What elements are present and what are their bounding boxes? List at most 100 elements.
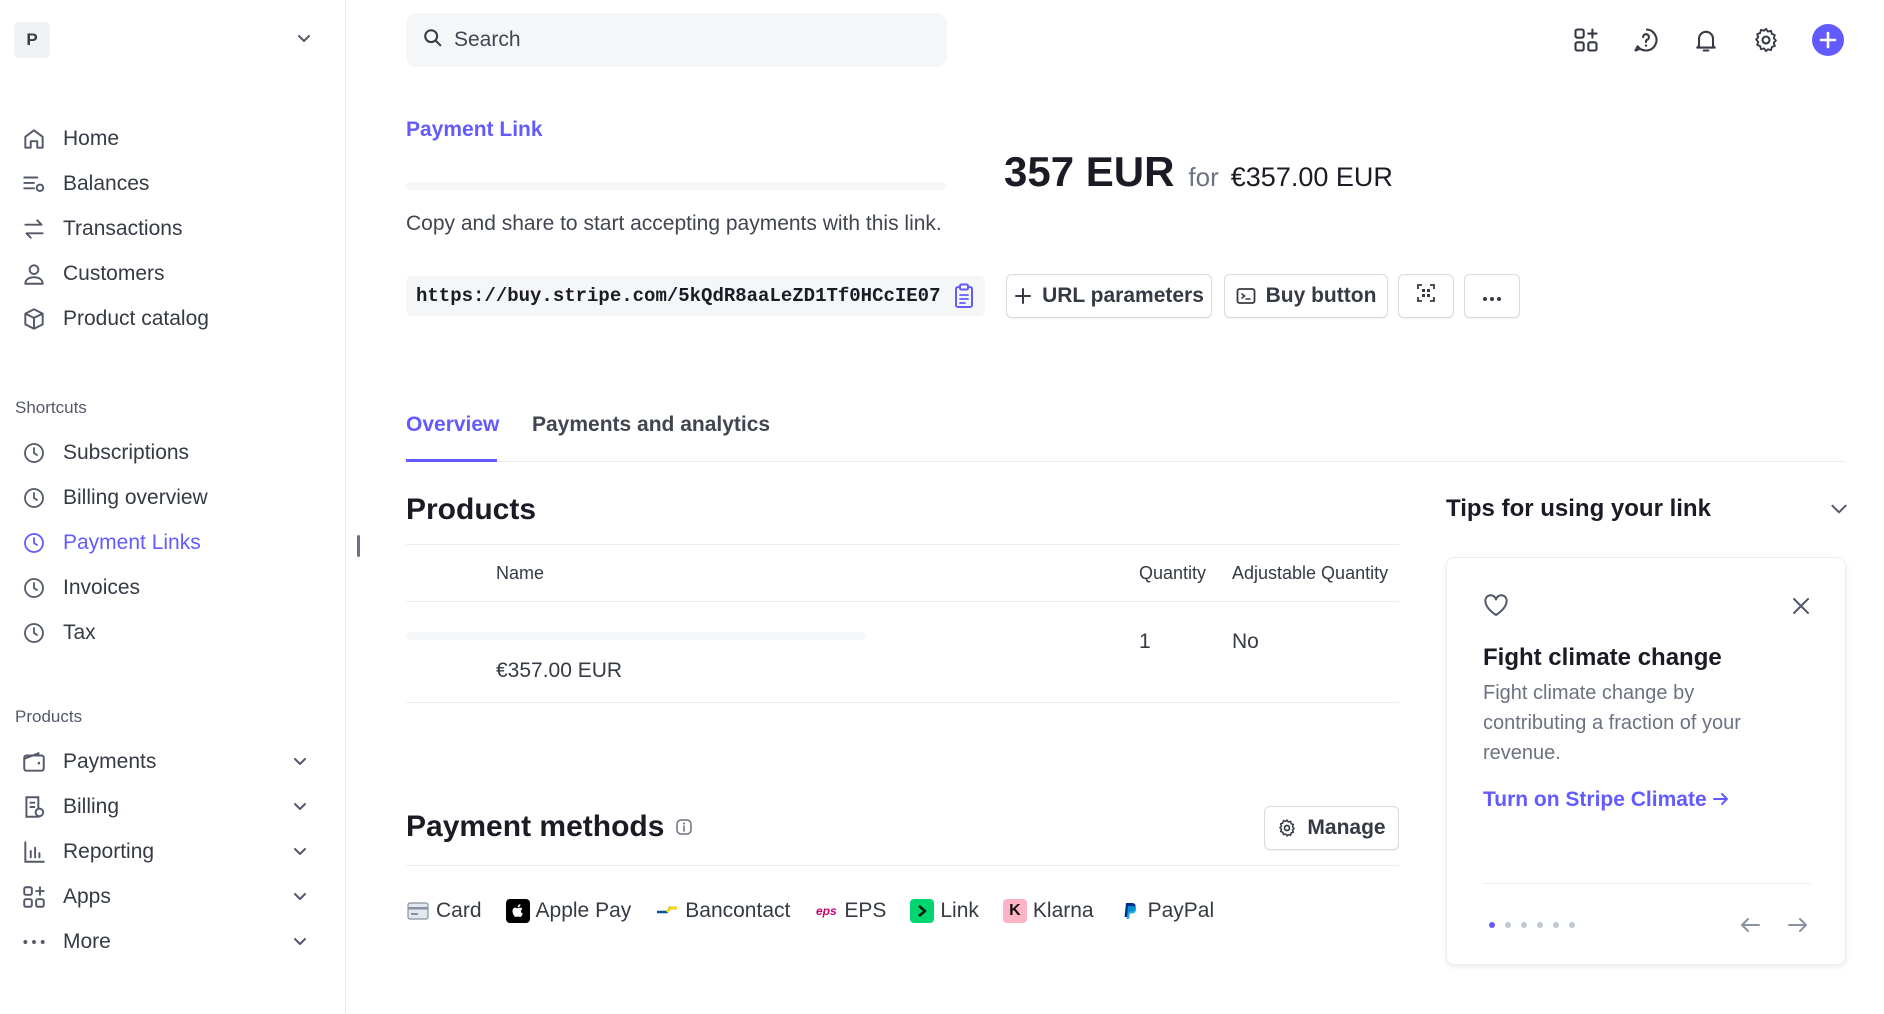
bancontact-icon: [655, 899, 679, 923]
create-plus-icon[interactable]: [1810, 22, 1846, 58]
info-icon[interactable]: [675, 818, 693, 841]
table-header: Name Quantity Adjustable Quantity: [406, 544, 1399, 602]
carousel-dot[interactable]: [1505, 922, 1511, 928]
box-icon: [20, 305, 48, 333]
nav-shortcuts: Shortcuts Subscriptions Billing overview…: [0, 394, 346, 655]
sidebar-item-balances[interactable]: Balances: [0, 161, 346, 206]
payment-methods-divider: [406, 865, 1399, 866]
redacted-product-name: [406, 632, 866, 640]
carousel-dot[interactable]: [1553, 922, 1559, 928]
sidebar-item-label: Reporting: [63, 839, 155, 863]
chevron-down-icon[interactable]: [1828, 498, 1850, 525]
payment-methods-list: Card Apple Pay Bancontact eps EPS Link K…: [406, 893, 1238, 929]
page-eyebrow: Payment Link: [406, 118, 543, 141]
payment-link-url[interactable]: https://buy.stripe.com/5kQdR8aaLeZD1Tf0H…: [406, 276, 985, 316]
clipboard-icon[interactable]: [953, 283, 975, 309]
payment-link-url-text[interactable]: https://buy.stripe.com/5kQdR8aaLeZD1Tf0H…: [416, 285, 941, 307]
sidebar-item-payments[interactable]: Payments: [0, 739, 346, 784]
eps-icon: eps: [816, 904, 837, 918]
nav-main: Home Balances Transactions Customers Pro…: [0, 116, 346, 341]
sidebar-item-transactions[interactable]: Transactions: [0, 206, 346, 251]
sidebar-item-label: Payment Links: [63, 530, 201, 554]
sidebar-item-label: Transactions: [63, 216, 183, 240]
carousel-dot[interactable]: [1489, 922, 1495, 928]
tip-divider: [1483, 883, 1811, 884]
carousel-arrows: [1735, 910, 1831, 940]
wallet-icon: [20, 748, 48, 776]
arrow-right-icon[interactable]: [1783, 910, 1813, 940]
sidebar-item-tax[interactable]: Tax: [0, 610, 346, 655]
sidebar-item-billing-overview[interactable]: Billing overview: [0, 475, 346, 520]
sidebar-item-subscriptions[interactable]: Subscriptions: [0, 430, 346, 475]
table-row[interactable]: €357.00 EUR 1 No: [406, 602, 1399, 703]
tab-overview[interactable]: Overview: [406, 405, 499, 462]
buy-button-button[interactable]: Buy button: [1224, 274, 1388, 318]
sidebar-item-invoices[interactable]: Invoices: [0, 565, 346, 610]
turn-on-stripe-climate-link[interactable]: Turn on Stripe Climate: [1483, 788, 1730, 812]
clock-icon: [20, 484, 48, 512]
page-title: 357 EUR: [1004, 148, 1175, 195]
chevron-down-icon: [290, 751, 310, 777]
url-parameters-button[interactable]: URL parameters: [1006, 274, 1212, 318]
sidebar-item-billing[interactable]: Billing: [0, 784, 346, 829]
paypal-icon: [1118, 899, 1142, 923]
sidebar-item-apps[interactable]: Apps: [0, 874, 346, 919]
tip-title: Fight climate change: [1483, 644, 1722, 671]
account-switcher[interactable]: P: [14, 22, 314, 58]
title-price: €357.00 EUR: [1230, 162, 1393, 192]
search-icon: [422, 27, 444, 54]
products-heading: Products: [406, 493, 537, 526]
sidebar-item-customers[interactable]: Customers: [0, 251, 346, 296]
search-input[interactable]: [454, 28, 914, 52]
gear-icon: [1277, 818, 1297, 838]
more-actions-button[interactable]: [1464, 274, 1520, 318]
plus-icon: [1014, 287, 1032, 305]
clock-icon: [20, 529, 48, 557]
manage-button[interactable]: Manage: [1264, 806, 1399, 850]
tip-body: Fight climate change by contributing a f…: [1483, 682, 1741, 764]
sidebar-item-label: Invoices: [63, 575, 141, 599]
column-header-quantity: Quantity: [1139, 563, 1207, 583]
search-bar[interactable]: [406, 13, 947, 67]
payment-method-apple-pay: Apple Pay: [505, 899, 631, 923]
page-subtitle: Copy and share to start accepting paymen…: [406, 212, 942, 235]
arrow-left-icon[interactable]: [1735, 910, 1765, 940]
payment-method-paypal: PayPal: [1118, 899, 1214, 923]
sidebar: P Home Balances Transactions Customers P…: [0, 0, 346, 1014]
close-icon[interactable]: [1791, 596, 1811, 621]
payment-methods-heading: Payment methods: [406, 810, 665, 843]
payment-method-label: Bancontact: [685, 899, 791, 922]
carousel-dot[interactable]: [1569, 922, 1575, 928]
help-icon[interactable]: [1628, 22, 1664, 58]
arrow-right-icon: [1712, 788, 1730, 811]
apps-grid-icon[interactable]: [1568, 22, 1604, 58]
carousel-dot[interactable]: [1537, 922, 1543, 928]
gear-icon[interactable]: [1748, 22, 1784, 58]
sidebar-resize-handle[interactable]: [357, 535, 360, 557]
more-horizontal-icon: [1482, 284, 1502, 308]
link-icon: [910, 899, 935, 923]
customer-icon: [20, 260, 48, 288]
sidebar-item-payment-links[interactable]: Payment Links: [0, 520, 346, 565]
transactions-icon: [20, 215, 48, 243]
tab-bar: Overview Payments and analytics: [406, 405, 1846, 462]
buy-button-label: Buy button: [1265, 284, 1377, 307]
chevron-down-icon: [294, 28, 314, 53]
bell-icon[interactable]: [1688, 22, 1724, 58]
balances-icon: [20, 170, 48, 198]
chevron-down-icon: [290, 796, 310, 822]
sidebar-item-reporting[interactable]: Reporting: [0, 829, 346, 874]
tab-payments-and-analytics[interactable]: Payments and analytics: [532, 405, 770, 462]
payment-method-label: Card: [436, 899, 482, 922]
sidebar-item-product-catalog[interactable]: Product catalog: [0, 296, 346, 341]
title-for-word: for: [1188, 162, 1219, 192]
products-heading: Products: [15, 707, 83, 726]
sidebar-item-more[interactable]: More: [0, 919, 346, 964]
payment-method-card: Card: [406, 899, 482, 923]
sidebar-item-label: More: [63, 929, 111, 953]
apps-icon: [20, 883, 48, 911]
qr-code-button[interactable]: [1398, 274, 1454, 318]
qr-code-icon: [1416, 283, 1436, 309]
sidebar-item-home[interactable]: Home: [0, 116, 346, 161]
carousel-dot[interactable]: [1521, 922, 1527, 928]
